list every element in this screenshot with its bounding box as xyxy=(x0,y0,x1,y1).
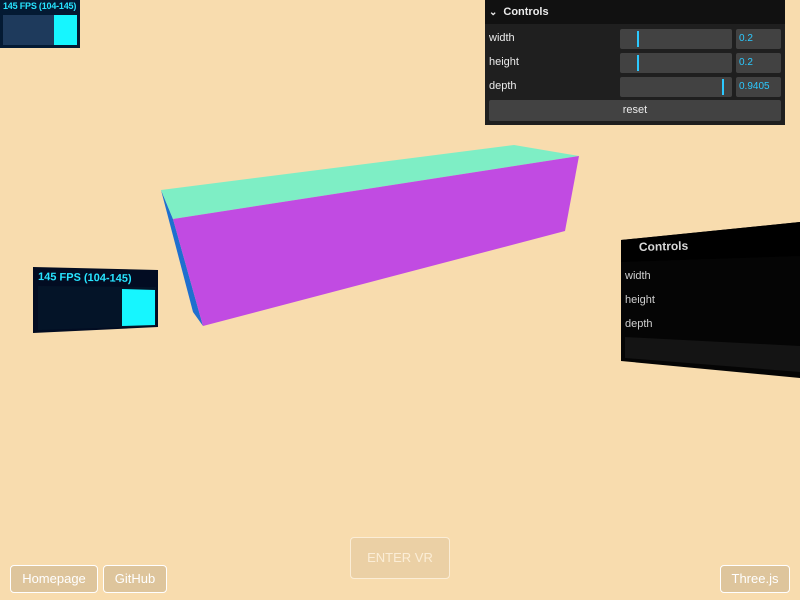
vr-gui-panel: Controls width height depth xyxy=(621,222,800,378)
homepage-link[interactable]: Homepage xyxy=(10,565,98,593)
fps-text: 145 FPS (104-145) xyxy=(3,1,77,11)
control-row-width: width 0.2 xyxy=(485,24,785,49)
width-slider[interactable] xyxy=(620,29,732,49)
width-slider-knob[interactable] xyxy=(637,31,639,47)
github-link[interactable]: GitHub xyxy=(103,565,167,593)
reset-button[interactable]: reset xyxy=(489,100,781,121)
fps-graph xyxy=(3,15,77,45)
height-slider-knob[interactable] xyxy=(637,55,639,71)
width-value-input[interactable]: 0.2 xyxy=(736,29,781,49)
vr-stats-panel: 145 FPS (104-145) xyxy=(33,267,158,333)
controls-panel: ⌄ Controls width 0.2 height 0.2 depth 0.… xyxy=(485,0,785,125)
fps-stats-panel[interactable]: 145 FPS (104-145) xyxy=(0,0,80,48)
depth-slider-knob[interactable] xyxy=(722,79,724,95)
depth-value-input[interactable]: 0.9405 xyxy=(736,77,781,97)
control-row-height: height 0.2 xyxy=(485,48,785,73)
controls-title-bar[interactable]: ⌄ Controls xyxy=(485,0,785,24)
enter-vr-button[interactable]: ENTER VR xyxy=(350,537,450,579)
threejs-link[interactable]: Three.js xyxy=(720,565,790,593)
vr-fps-bar xyxy=(122,289,155,326)
controls-title: Controls xyxy=(503,6,549,18)
box-mesh xyxy=(161,145,579,326)
vr-gui-label-width: width xyxy=(624,270,651,282)
fps-graph-bar xyxy=(54,15,77,45)
depth-slider[interactable] xyxy=(620,77,732,97)
vr-gui-label-depth: depth xyxy=(625,318,653,330)
height-value-input[interactable]: 0.2 xyxy=(736,53,781,73)
height-slider[interactable] xyxy=(620,53,732,73)
chevron-down-icon: ⌄ xyxy=(489,6,498,18)
control-label-depth: depth xyxy=(489,80,517,92)
vr-gui-label-height: height xyxy=(625,294,655,306)
control-row-depth: depth 0.9405 xyxy=(485,72,785,97)
vr-gui-title: Controls xyxy=(639,239,689,254)
vr-fps-text: 145 FPS (104-145) xyxy=(38,271,132,285)
